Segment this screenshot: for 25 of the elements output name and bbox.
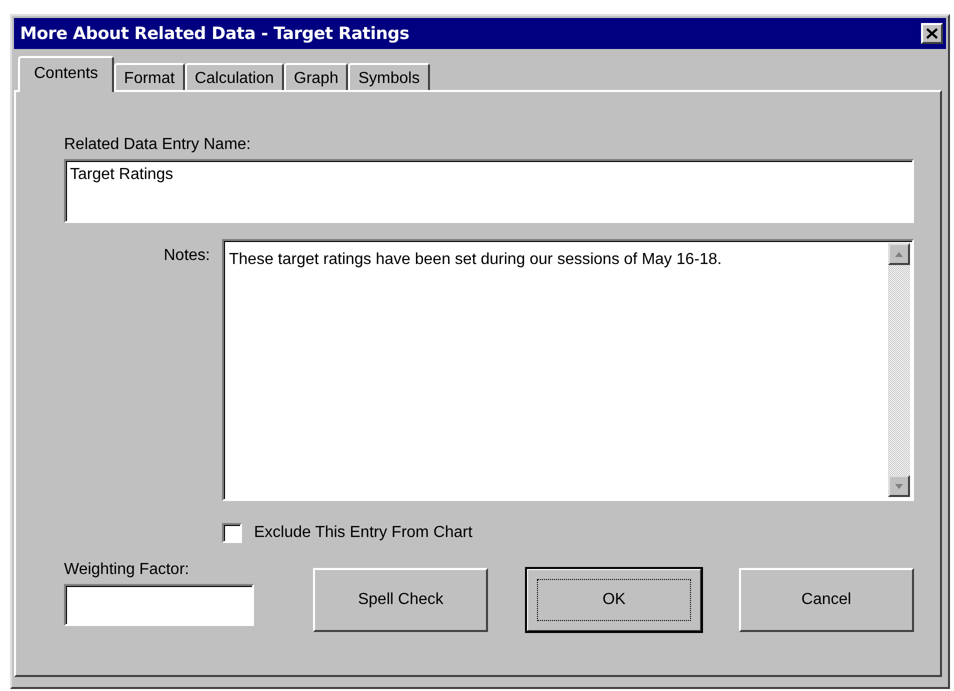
tab[interactable]: Graph [284, 63, 348, 90]
dialog-button[interactable]: OK [526, 568, 702, 632]
name-field[interactable]: Target Ratings [64, 159, 914, 223]
notes-field[interactable]: These target ratings have been set during our sessions of May 16-18. [222, 239, 914, 501]
down-arrow-icon [895, 484, 903, 488]
field-label: Related Data Entry Name: [64, 136, 252, 154]
scroll-up-button[interactable] [888, 243, 910, 265]
window-title: More About Related Data - Target Ratings [20, 24, 410, 44]
field-label: Weighting Factor: [64, 561, 190, 579]
weighting-field[interactable] [64, 584, 254, 626]
close-icon [926, 28, 938, 39]
dialog-button[interactable]: Cancel [738, 568, 914, 632]
up-arrow-icon [895, 252, 903, 256]
tab[interactable]: Calculation [184, 63, 284, 90]
checkbox[interactable] [222, 523, 242, 543]
notes-text: These target ratings have been set during our sessions of May 16-18. [228, 250, 723, 270]
dialog-button[interactable]: Spell Check [313, 568, 488, 632]
checkbox-label[interactable]: Exclude This Entry From Chart [254, 524, 472, 542]
scrollbar[interactable] [888, 243, 910, 497]
tab[interactable]: Symbols [348, 63, 430, 90]
close-button[interactable] [921, 23, 943, 44]
tab[interactable]: Contents [18, 56, 114, 92]
scroll-down-button[interactable] [888, 475, 910, 497]
tab[interactable]: Format [114, 63, 185, 90]
field-label: Notes: [162, 246, 211, 266]
